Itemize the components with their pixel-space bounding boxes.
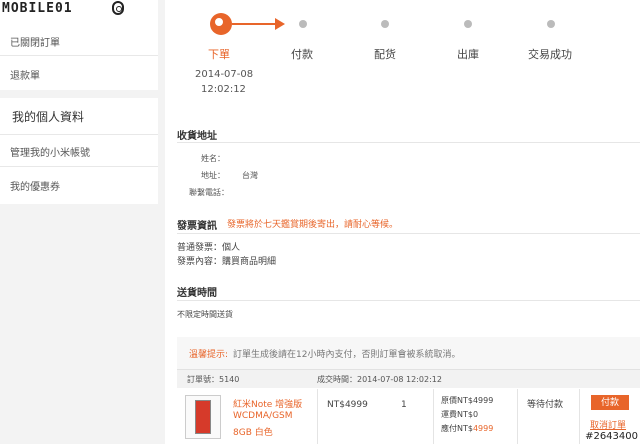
sidebar-item-coupons[interactable]: 我的優惠券 [10, 178, 60, 193]
divider [433, 389, 434, 444]
progress-arrow-icon [275, 18, 285, 30]
divider [517, 389, 518, 444]
product-name-line1[interactable]: 紅米Note 增強版 [233, 397, 302, 410]
invoice-type: 普通發票：個人 [177, 243, 241, 253]
step-label-complete: 交易成功 [528, 48, 572, 61]
sidebar-item-manage-account[interactable]: 管理我的小米帳號 [10, 144, 90, 159]
divider [0, 55, 158, 56]
sidebar-orders-block: MOBILE01 已關閉訂單 退款單 [0, 0, 158, 90]
step-label-shipping: 出庫 [457, 48, 479, 61]
section-title-delivery: 送貨時間 [177, 288, 217, 299]
order-status: 等待付款 [527, 400, 564, 410]
phone-label: 聯繫電話： [189, 188, 229, 197]
order-detail-panel: 下單 付款 配货 出庫 交易成功 2014-07-08 12:02:12 收貨地… [165, 0, 640, 444]
step-label-payment: 付款 [291, 48, 313, 61]
divider [177, 142, 640, 143]
phone-image-icon [195, 400, 211, 434]
sidebar-heading-personal: 我的個人資料 [12, 110, 85, 124]
notice-text: 訂單生成後請在12小時內支付，否則訂單會被系統取消。 [233, 350, 461, 360]
step-active-icon [210, 13, 232, 35]
section-title-address: 收貨地址 [177, 131, 217, 142]
divider [579, 389, 580, 444]
delivery-value: 不限定時間送貨 [177, 310, 233, 319]
step-dot-icon [464, 20, 472, 28]
logo-icon [112, 1, 124, 15]
divider [177, 233, 640, 234]
address-value: 台灣 [242, 171, 258, 180]
sidebar-item-refund[interactable]: 退款單 [10, 67, 40, 82]
address-label: 地址： [201, 171, 225, 180]
payable-label: 應付NT$ [441, 424, 473, 433]
name-label: 姓名： [201, 154, 225, 163]
sidebar-personal-block: 我的個人資料 管理我的小米帳號 我的優惠券 [0, 98, 158, 204]
order-time: 12:02:12 [201, 84, 246, 95]
step-label-order: 下單 [208, 48, 230, 61]
shipping-fee: 運費NT$0 [441, 410, 479, 419]
product-name-line2[interactable]: WCDMA/GSM [233, 411, 293, 421]
payable-amount: 應付NT$4999 [441, 423, 493, 434]
product-name-line3[interactable]: 8GB 白色 [233, 425, 273, 438]
notice-box: 溫馨提示: 訂單生成後請在12小時內支付，否則訂單會被系統取消。 [177, 337, 640, 369]
divider [0, 134, 158, 135]
order-date: 2014-07-08 [195, 69, 254, 80]
payable-value: 4999 [472, 424, 494, 433]
step-dot-icon [547, 20, 555, 28]
divider [317, 389, 318, 444]
section-title-invoice: 發票資訊 [177, 221, 217, 232]
pay-button[interactable]: 付款 [591, 395, 629, 410]
divider [0, 166, 158, 167]
sidebar: MOBILE01 已關閉訂單 退款單 我的個人資料 管理我的小米帳號 我的優惠券 [0, 0, 158, 444]
divider [177, 300, 640, 301]
original-price: 原價NT$4999 [441, 396, 494, 405]
product-price: NT$4999 [327, 400, 368, 410]
notice-label: 溫馨提示: [189, 350, 229, 360]
site-logo: MOBILE01 [2, 1, 73, 16]
step-label-distribution: 配货 [374, 48, 396, 61]
product-image[interactable] [185, 395, 221, 439]
cancel-order-link[interactable]: 取消訂單 [590, 418, 626, 431]
invoice-note: 發票將於七天鑑賞期後寄出，請耐心等候。 [227, 220, 399, 230]
product-quantity: 1 [401, 400, 407, 410]
order-number: 訂單號：5140 [187, 375, 240, 384]
watermark: #2643400 [585, 431, 638, 442]
step-dot-icon [381, 20, 389, 28]
order-header: 訂單號：5140 成交時間：2014-07-08 12:02:12 [177, 369, 640, 388]
invoice-content: 發票內容：購買商品明細 [177, 257, 277, 267]
sidebar-item-closed-orders[interactable]: 已關閉訂單 [10, 34, 60, 49]
step-dot-icon [299, 20, 307, 28]
progress-line [232, 23, 278, 25]
order-created-time: 成交時間：2014-07-08 12:02:12 [317, 375, 442, 384]
